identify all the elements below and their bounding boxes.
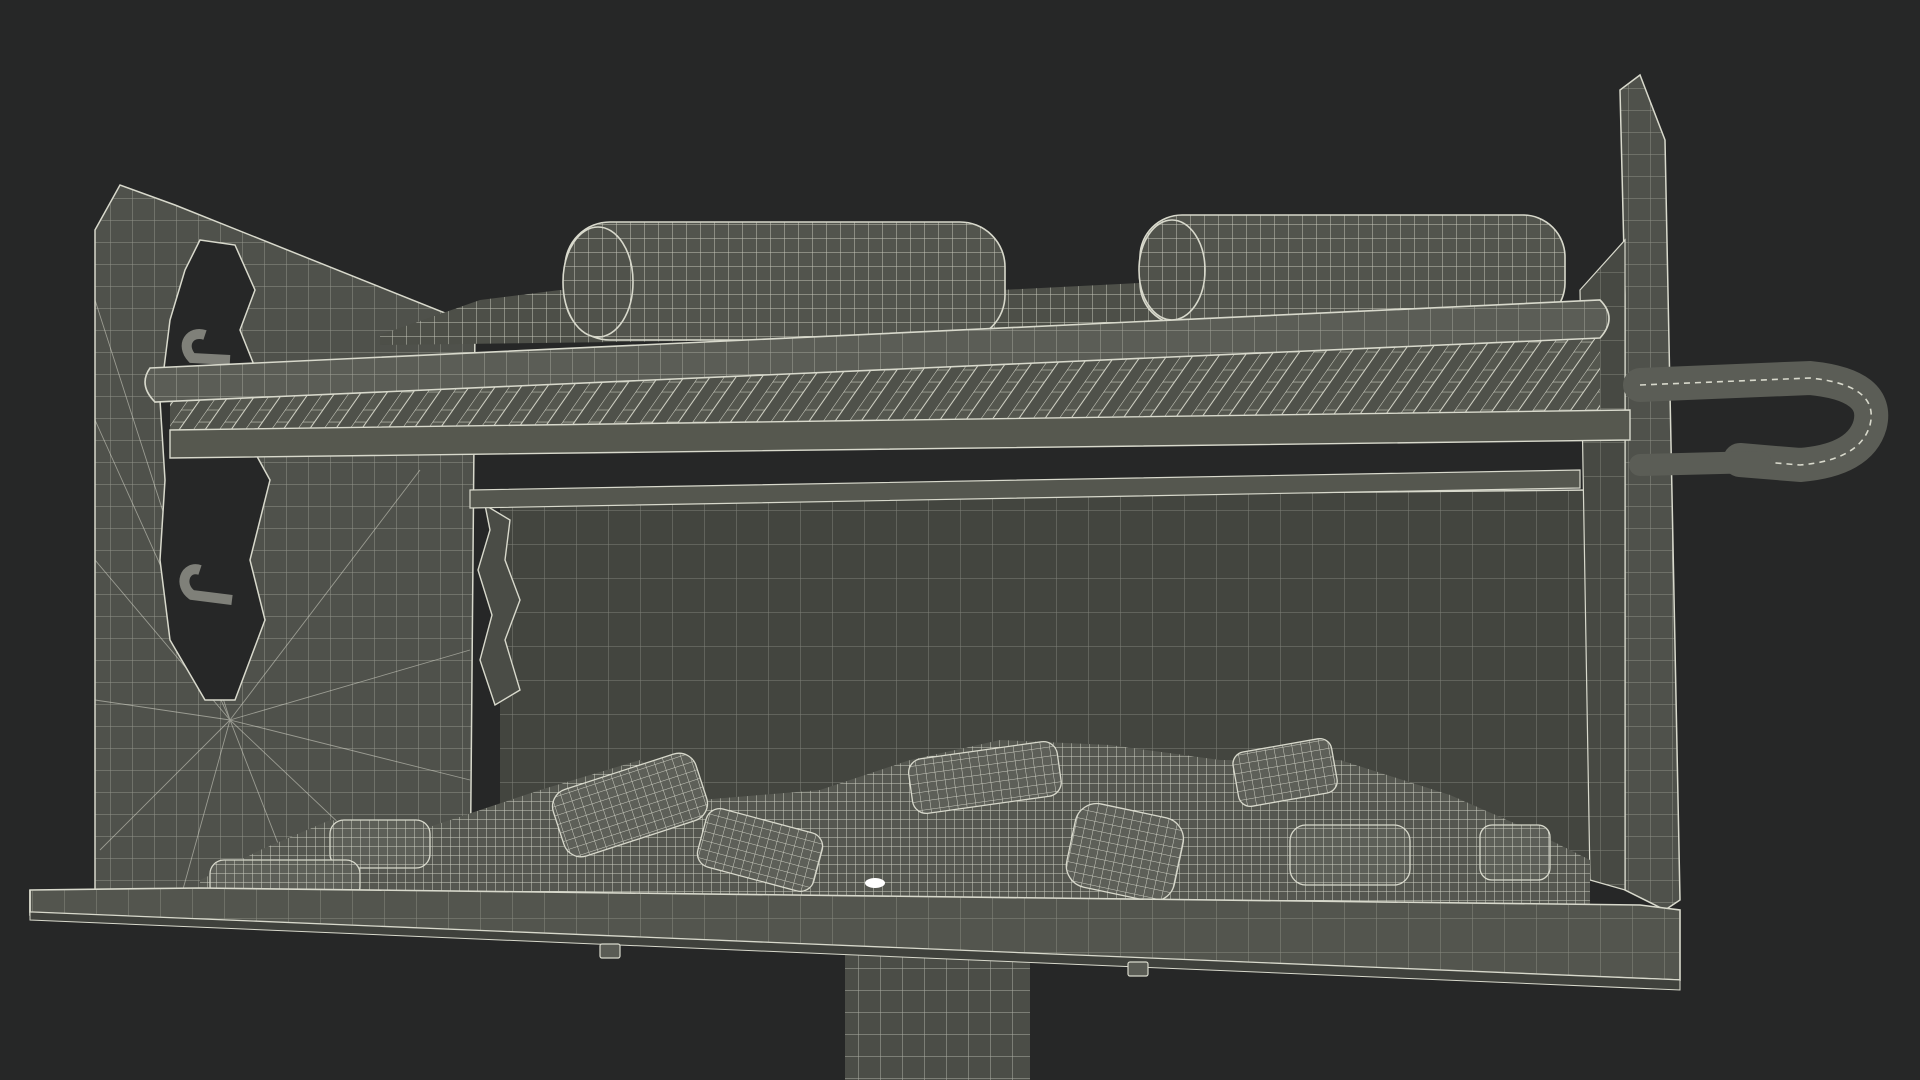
right-side-panel — [1579, 73, 1681, 911]
grill-wireframe-scene — [29, 73, 1889, 1080]
render-viewport — [0, 0, 1920, 1080]
left-side-panel — [94, 184, 476, 906]
